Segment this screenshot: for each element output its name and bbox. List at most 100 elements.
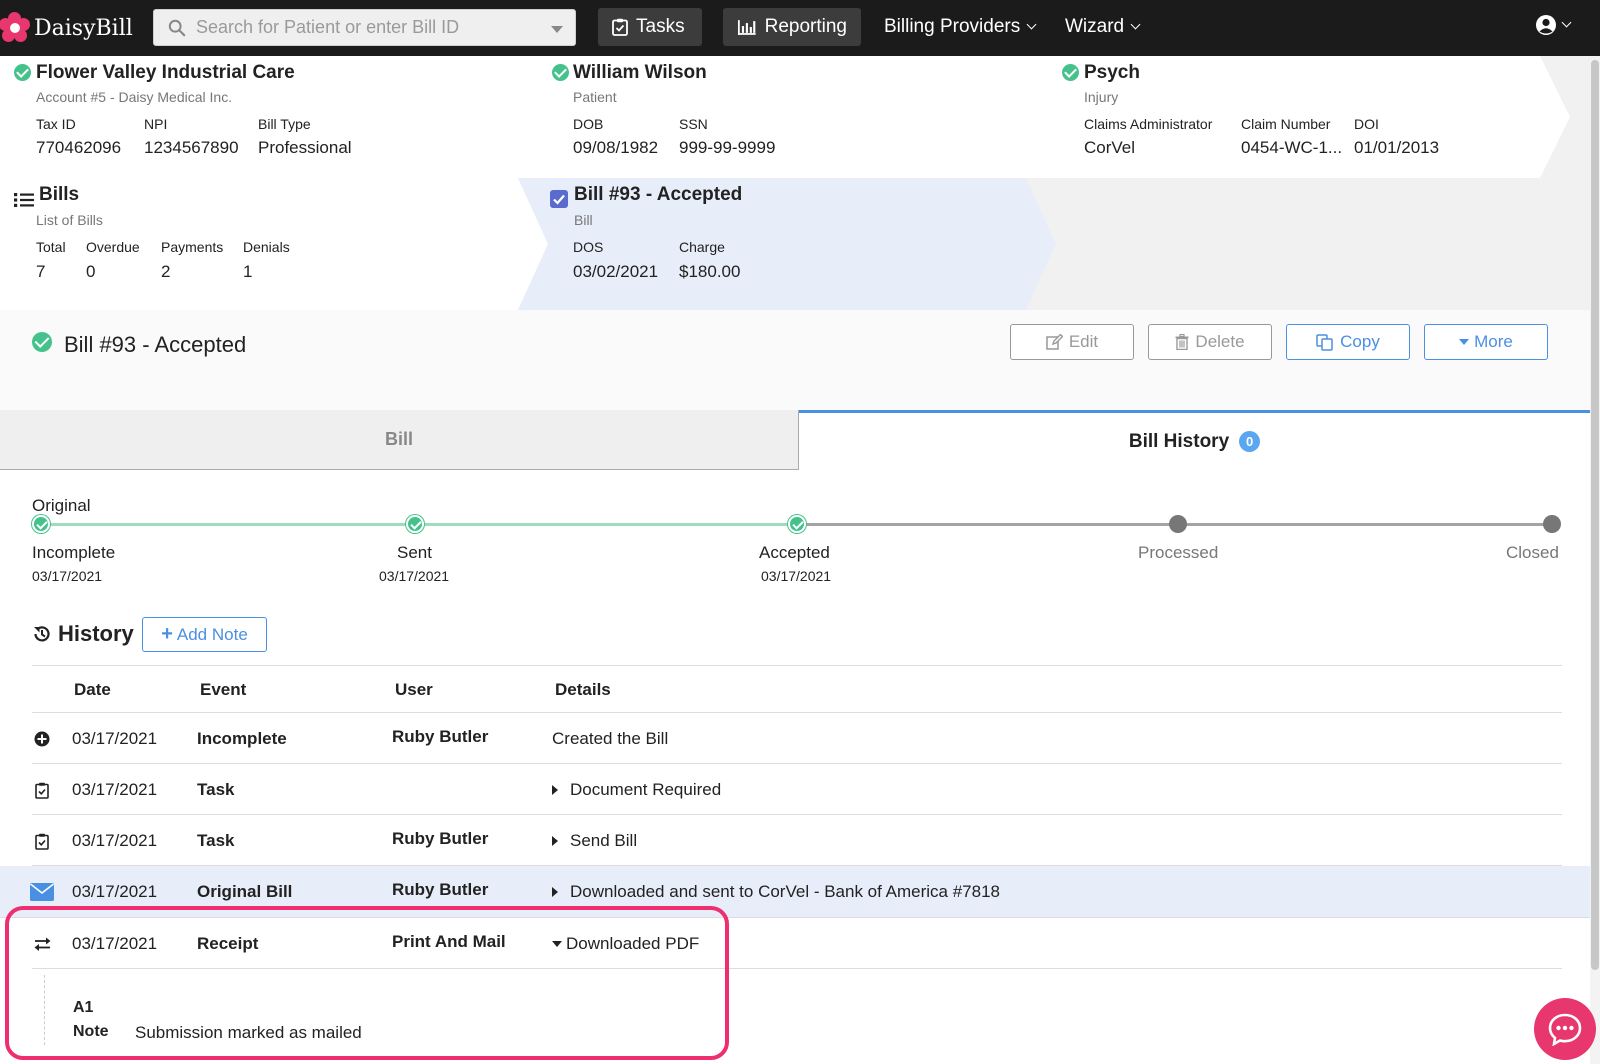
step-name-accepted: Accepted — [759, 543, 830, 562]
bill-card[interactable]: Bill #93 - Accepted Bill DOS 03/02/2021 … — [518, 178, 1056, 310]
tab-bill[interactable]: Bill — [0, 410, 799, 470]
bills-title: Bills — [39, 184, 80, 205]
chevron-down-icon — [1561, 17, 1572, 28]
reporting-label: Reporting — [764, 16, 847, 37]
row-date: 03/17/2021 — [72, 882, 158, 901]
bar-chart-icon — [737, 20, 756, 35]
tab-bill-label: Bill — [384, 429, 413, 449]
provider-name: Flower Valley Industrial Care — [36, 62, 295, 83]
top-navbar: DaisyBill Tasks Reporting Billing Provid… — [0, 0, 1600, 56]
total-label: Total — [36, 239, 66, 255]
dob-value: 09/08/1982 — [573, 138, 659, 157]
total-value: 7 — [36, 262, 46, 281]
row-date: 03/17/2021 — [72, 831, 158, 850]
denials-value: 1 — [243, 262, 253, 281]
claims-admin-value: CorVel — [1084, 138, 1136, 157]
doi-value: 01/01/2013 — [1354, 138, 1440, 157]
search-dropdown-caret-icon[interactable] — [551, 26, 563, 33]
table-row: 03/17/2021 Incomplete Ruby Butler Create… — [32, 713, 1562, 764]
reporting-button[interactable]: Reporting — [723, 8, 861, 46]
column-header-user: User — [395, 680, 433, 699]
overdue-label: Overdue — [86, 239, 140, 255]
highlight-annotation-box — [5, 906, 729, 1060]
row-user: Ruby Butler — [392, 829, 489, 848]
add-note-label: Add Note — [176, 624, 248, 644]
injury-subtitle: Injury — [1084, 89, 1119, 105]
bills-subtitle: List of Bills — [36, 212, 103, 228]
bill-tabs: Bill Bill History 0 — [0, 410, 1590, 470]
history-table-header: Date Event User Details — [32, 665, 1562, 713]
tax-id-value: 770462096 — [36, 138, 122, 157]
tasks-label: Tasks — [636, 16, 685, 37]
caret-right-icon — [552, 836, 558, 846]
search-input[interactable] — [196, 17, 546, 38]
copy-button[interactable]: Copy — [1286, 324, 1410, 360]
row-details-text: Created the Bill — [552, 729, 669, 748]
check-circle-icon — [552, 64, 569, 81]
more-button[interactable]: More — [1424, 324, 1548, 360]
daisybill-logo[interactable]: DaisyBill — [0, 10, 133, 46]
add-note-button[interactable]: + Add Note — [142, 617, 267, 652]
edit-label: Edit — [1068, 332, 1099, 351]
caret-down-icon — [1459, 339, 1470, 345]
search-icon — [168, 19, 186, 36]
payments-value: 2 — [161, 262, 171, 281]
row-user: Ruby Butler — [392, 727, 489, 746]
claims-admin-label: Claims Administrator — [1084, 116, 1213, 132]
caret-right-icon — [552, 785, 558, 795]
claim-number-value: 0454-WC-1... — [1241, 138, 1343, 157]
chevron-down-icon — [1026, 19, 1037, 30]
patient-name: William Wilson — [573, 62, 707, 83]
tab-bill-history[interactable]: Bill History 0 — [799, 410, 1590, 470]
step-dot-incomplete — [32, 515, 50, 533]
patient-search-box[interactable] — [153, 9, 576, 46]
row-details-toggle[interactable]: Send Bill — [552, 831, 637, 851]
dos-label: DOS — [573, 239, 604, 255]
row-event: Task — [197, 831, 235, 850]
ssn-value: 999-99-9999 — [679, 138, 776, 157]
edit-button[interactable]: Edit — [1010, 324, 1134, 360]
step-dot-sent — [406, 515, 424, 533]
check-circle-icon — [1062, 64, 1079, 81]
delete-button[interactable]: Delete — [1148, 324, 1272, 360]
tasks-button[interactable]: Tasks — [598, 8, 702, 46]
bills-card[interactable]: Bills List of Bills Total 7 Overdue 0 Pa… — [0, 178, 548, 310]
daisy-flower-icon — [0, 12, 30, 43]
charge-value: $180.00 — [679, 262, 741, 281]
column-header-details: Details — [555, 680, 611, 699]
wizard-menu[interactable]: Wizard — [1051, 8, 1153, 46]
dos-value: 03/02/2021 — [573, 262, 659, 281]
checked-checkbox-icon — [550, 190, 568, 208]
dob-label: DOB — [573, 116, 604, 132]
npi-label: NPI — [144, 116, 168, 132]
step-date-accepted: 03/17/2021 — [761, 568, 832, 584]
tax-id-label: Tax ID — [36, 116, 76, 132]
tab-bill-history-label: Bill History — [1128, 430, 1230, 452]
page-scrollbar-thumb[interactable] — [1591, 60, 1599, 970]
row-details-toggle[interactable]: Document Required — [552, 780, 721, 800]
chat-support-button[interactable] — [1534, 998, 1596, 1060]
billing-providers-label: Billing Providers — [884, 16, 1021, 37]
patient-card[interactable]: William Wilson Patient DOB 09/08/1982 SS… — [518, 56, 1056, 178]
npi-value: 1234567890 — [144, 138, 239, 157]
doi-label: DOI — [1354, 116, 1379, 132]
denials-label: Denials — [243, 239, 290, 255]
more-label: More — [1474, 332, 1513, 351]
row-date: 03/17/2021 — [72, 780, 158, 799]
injury-card[interactable]: Psych Injury Claims Administrator CorVel… — [1026, 56, 1570, 178]
user-account-menu[interactable] — [1535, 14, 1572, 36]
row-details-toggle[interactable]: Downloaded and sent to CorVel - Bank of … — [552, 882, 1000, 902]
table-row: 03/17/2021 Task Ruby Butler Send Bill — [32, 815, 1562, 866]
step-date-incomplete: 03/17/2021 — [32, 568, 103, 584]
provider-card[interactable]: Flower Valley Industrial Care Account #5… — [0, 56, 548, 178]
history-heading: History — [32, 621, 134, 647]
trash-icon — [1175, 334, 1189, 350]
step-name-incomplete: Incomplete — [32, 543, 116, 562]
payments-label: Payments — [161, 239, 224, 255]
bill-card-title: Bill #93 - Accepted — [574, 184, 743, 205]
row-details-text: Downloaded and sent to CorVel - Bank of … — [570, 882, 1000, 901]
clipboard-check-icon — [612, 18, 628, 36]
billing-providers-menu[interactable]: Billing Providers — [870, 8, 1049, 46]
chevron-down-icon — [1130, 19, 1141, 30]
ssn-label: SSN — [679, 116, 708, 132]
